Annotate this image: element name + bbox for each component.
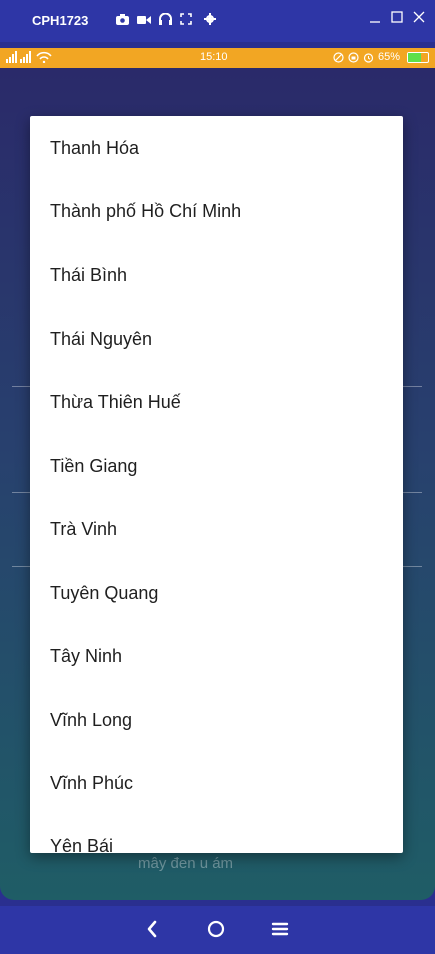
settings-icon[interactable] — [204, 12, 216, 30]
home-icon[interactable] — [206, 918, 226, 945]
camera-icon[interactable] — [116, 12, 129, 30]
province-select-dialog: Thanh Hóa Thành phố Hồ Chí Minh Thái Bìn… — [30, 116, 403, 853]
minimize-icon[interactable] — [369, 10, 381, 27]
navigation-bar — [0, 906, 435, 954]
window-title-bar: CPH1723 — [0, 0, 435, 42]
rotation-lock-icon — [348, 51, 359, 63]
close-icon[interactable] — [413, 10, 425, 27]
option-tra-vinh[interactable]: Trà Vinh — [50, 514, 117, 544]
window-controls — [369, 10, 425, 27]
background-hint-text: mây đen u ám — [138, 855, 234, 872]
option-tien-giang[interactable]: Tiền Giang — [50, 451, 137, 481]
option-vinh-long[interactable]: Vĩnh Long — [50, 705, 132, 735]
menu-icon[interactable] — [271, 918, 289, 945]
headset-icon[interactable] — [159, 12, 172, 30]
option-thanh-hoa[interactable]: Thanh Hóa — [50, 133, 139, 163]
option-tuyen-quang[interactable]: Tuyên Quang — [50, 578, 158, 608]
option-tay-ninh[interactable]: Tây Ninh — [50, 641, 122, 671]
device-name: CPH1723 — [32, 13, 89, 28]
battery-percent: 65% — [377, 51, 400, 63]
option-yen-bai[interactable]: Yên Bái — [50, 831, 113, 853]
option-thua-thien-hue[interactable]: Thừa Thiên Huế — [50, 387, 181, 417]
status-time: 15:10 — [200, 51, 228, 63]
battery-icon — [407, 51, 429, 63]
signal-wifi-icons — [6, 51, 62, 66]
alarm-icon — [363, 52, 374, 63]
video-icon[interactable] — [137, 12, 151, 30]
option-thanh-pho-ho-chi-minh[interactable]: Thành phố Hồ Chí Minh — [50, 196, 241, 226]
status-bar: 15:10 65% — [0, 48, 435, 68]
option-thai-nguyen[interactable]: Thái Nguyên — [50, 324, 152, 354]
option-thai-binh[interactable]: Thái Bình — [50, 260, 127, 290]
toolbar-icons — [116, 12, 216, 30]
maximize-icon[interactable] — [391, 10, 403, 27]
back-icon[interactable] — [145, 918, 159, 945]
status-right-icons: 65% — [333, 51, 429, 63]
do-not-disturb-icon — [333, 51, 344, 63]
fullscreen-icon[interactable] — [180, 12, 192, 30]
option-vinh-phuc[interactable]: Vĩnh Phúc — [50, 768, 133, 798]
